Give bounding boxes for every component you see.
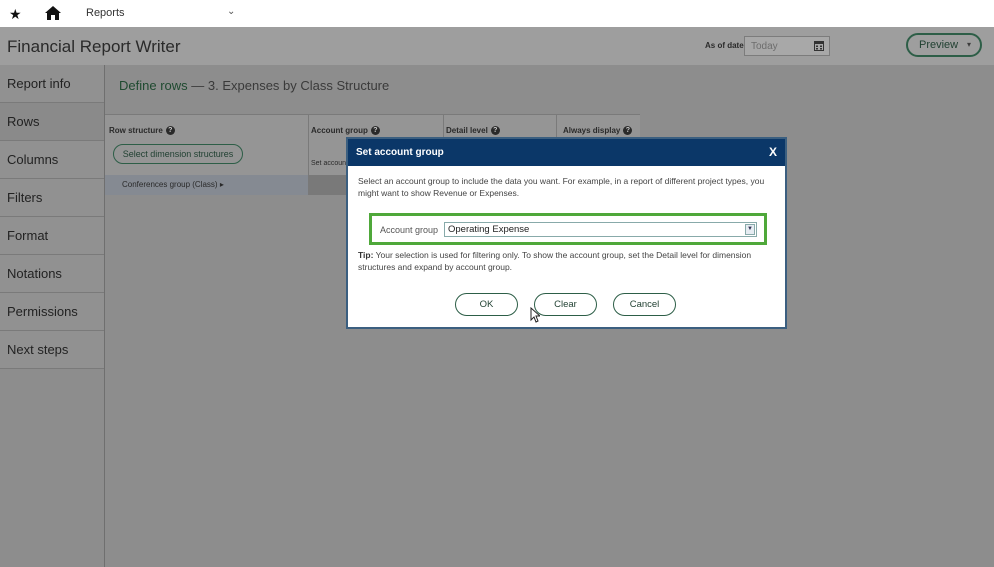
- section-heading: Define rows — 3. Expenses by Class Struc…: [119, 78, 389, 93]
- heading-subtitle: — 3. Expenses by Class Structure: [191, 78, 390, 93]
- sidebar-item-next-steps[interactable]: Next steps: [0, 331, 104, 369]
- ok-button[interactable]: OK: [455, 293, 518, 316]
- column-header-always-display: Always display?: [563, 126, 633, 136]
- mouse-cursor-icon: [530, 307, 540, 323]
- sidebar-item-format[interactable]: Format: [0, 217, 104, 255]
- select-dimension-structures-button[interactable]: Select dimension structures: [113, 144, 243, 164]
- preview-button[interactable]: Preview ▾: [906, 33, 982, 57]
- dialog-header: Set account group X: [348, 139, 785, 166]
- dropdown-arrow-icon[interactable]: ▼: [745, 224, 755, 235]
- cancel-button[interactable]: Cancel: [613, 293, 676, 316]
- column-header-row-structure: Row structure?: [109, 126, 175, 136]
- dialog-tip: Tip: Your selection is used for filterin…: [358, 249, 778, 273]
- clear-button[interactable]: Clear: [534, 293, 597, 316]
- sidebar: Report info Rows Columns Filters Format …: [0, 65, 105, 567]
- page-title: Financial Report Writer: [7, 37, 181, 56]
- reports-menu[interactable]: Reports: [86, 7, 125, 19]
- date-placeholder: Today: [751, 41, 778, 52]
- tip-text: Your selection is used for filtering onl…: [358, 250, 752, 272]
- account-group-value: Operating Expense: [448, 224, 530, 235]
- sidebar-item-filters[interactable]: Filters: [0, 179, 104, 217]
- help-icon[interactable]: ?: [370, 126, 380, 136]
- account-group-select[interactable]: Operating Expense ▼: [444, 222, 757, 237]
- column-header-detail-level: Detail level?: [446, 126, 500, 136]
- help-icon[interactable]: ?: [165, 126, 175, 136]
- star-icon[interactable]: ★: [9, 6, 22, 23]
- app-header: Financial Report Writer As of date Today…: [0, 27, 994, 66]
- column-header-account-group: Account group?: [311, 126, 380, 136]
- as-of-date-label: As of date: [705, 41, 744, 50]
- tip-label: Tip:: [358, 250, 374, 260]
- preview-label: Preview: [919, 39, 959, 51]
- as-of-date-input[interactable]: Today: [744, 36, 830, 56]
- help-icon[interactable]: ?: [490, 126, 500, 136]
- sidebar-item-notations[interactable]: Notations: [0, 255, 104, 293]
- chevron-down-icon[interactable]: ▾: [967, 40, 971, 49]
- close-icon[interactable]: X: [769, 145, 777, 159]
- top-nav-bar: ★ Reports ⌄: [0, 0, 994, 27]
- sidebar-item-report-info[interactable]: Report info: [0, 65, 104, 103]
- help-icon[interactable]: ?: [623, 126, 633, 136]
- home-icon[interactable]: [44, 4, 62, 22]
- sidebar-item-permissions[interactable]: Permissions: [0, 293, 104, 331]
- dialog-description: Select an account group to include the d…: [358, 176, 765, 198]
- dialog-title: Set account group: [356, 147, 444, 158]
- account-group-highlight: Account group Operating Expense ▼: [369, 213, 767, 245]
- row-label[interactable]: Conferences group (Class) ▸: [122, 180, 224, 189]
- heading-title: Define rows: [119, 78, 188, 93]
- set-account-group-dialog: Set account group X Select an account gr…: [346, 137, 787, 329]
- sidebar-item-rows[interactable]: Rows: [0, 103, 104, 141]
- calendar-icon[interactable]: [814, 40, 824, 51]
- chevron-down-icon[interactable]: ⌄: [227, 6, 235, 17]
- sidebar-item-columns[interactable]: Columns: [0, 141, 104, 179]
- account-group-label: Account group: [380, 225, 439, 235]
- set-account-group-link[interactable]: Set accoun: [311, 160, 346, 167]
